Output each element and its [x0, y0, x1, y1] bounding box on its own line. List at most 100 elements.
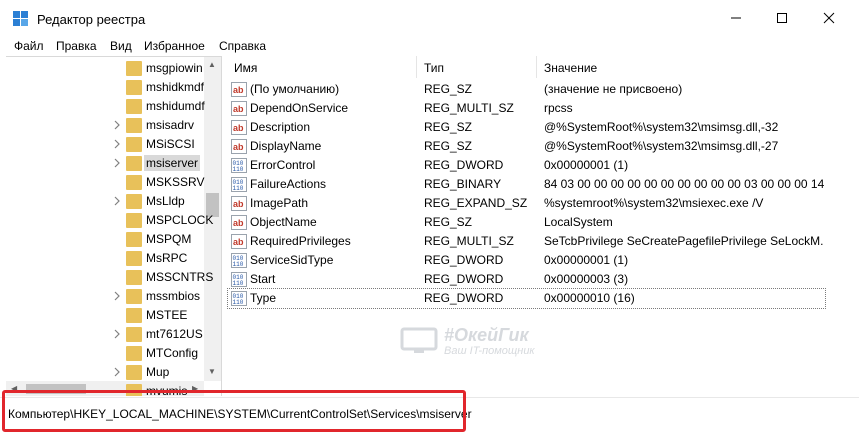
- menu-view[interactable]: Вид: [110, 39, 132, 53]
- value-data: 0x00000001 (1): [544, 158, 629, 172]
- value-row[interactable]: 010 110 ServiceSidType REG_DWORD 0x00000001 …: [228, 251, 825, 270]
- tree-item[interactable]: mshidumdf: [6, 97, 206, 116]
- value-row[interactable]: ab (По умолчанию) REG_SZ (значение не присв…: [228, 80, 825, 99]
- binary-value-icon: 010 110: [231, 253, 247, 268]
- tree-item[interactable]: msisadrv: [6, 116, 206, 135]
- value-data: @%SystemRoot%\system32\msimsg.dll,-27: [544, 139, 779, 153]
- value-data: LocalSystem: [544, 215, 613, 229]
- tree-item[interactable]: MTConfig: [6, 344, 206, 363]
- folder-icon: [126, 99, 142, 114]
- value-row[interactable]: ab ObjectName REG_SZ LocalSystem: [228, 213, 825, 232]
- binary-value-icon: 010 110: [231, 291, 247, 306]
- tree-item[interactable]: MSPCLOCK: [6, 211, 213, 230]
- maximize-button[interactable]: [759, 0, 805, 36]
- close-icon: [823, 12, 835, 24]
- column-header-value[interactable]: Значение: [544, 61, 597, 75]
- menu-favorites[interactable]: Избранное: [144, 39, 205, 53]
- tree-item[interactable]: MSKSSRV: [6, 173, 206, 192]
- value-data: 84 03 00 00 00 00 00 00 00 00 00 00 03 0…: [544, 177, 824, 191]
- value-type: REG_DWORD: [424, 272, 504, 286]
- value-row[interactable]: 010 110 Type REG_DWORD 0x00000010 (16): [227, 288, 826, 309]
- tree-item-label: MsLldp: [146, 194, 185, 208]
- value-row[interactable]: ab Description REG_SZ @%SystemRoot%\system3…: [228, 118, 825, 137]
- tree-item[interactable]: mshidkmdf: [6, 78, 206, 97]
- tree-item-label: MSSCNTRS: [146, 270, 214, 284]
- value-row[interactable]: 010 110 Start REG_DWORD 0x00000003 (3): [228, 270, 825, 289]
- tree-item[interactable]: mt7612US: [6, 325, 206, 344]
- tree-item[interactable]: MsLldp: [6, 192, 206, 211]
- folder-icon: [126, 270, 142, 285]
- tree-item[interactable]: Mup: [6, 363, 206, 382]
- value-name: ServiceSidType: [250, 253, 334, 267]
- tree-item[interactable]: msgpiowin: [6, 59, 206, 78]
- tree-item[interactable]: MSTEE: [6, 306, 206, 325]
- tree-item[interactable]: MSSCNTRS: [6, 268, 213, 287]
- watermark-logo: #ОкейГик Ваш IT-помощник: [398, 325, 558, 361]
- value-type: REG_BINARY: [424, 177, 502, 191]
- menu-file[interactable]: Файл: [14, 39, 44, 53]
- value-row[interactable]: ab DisplayName REG_SZ @%SystemRoot%\system3…: [228, 137, 825, 156]
- column-separator[interactable]: [416, 56, 417, 78]
- expand-chevron-icon[interactable]: [112, 139, 122, 149]
- folder-icon: [126, 251, 142, 266]
- string-value-icon: ab: [231, 120, 247, 135]
- value-row[interactable]: 010 110 FailureActions REG_BINARY 84 03 00 0…: [228, 175, 825, 194]
- watermark-title: #ОкейГик: [444, 325, 529, 345]
- folder-icon: [126, 61, 142, 76]
- maximize-icon: [777, 13, 787, 23]
- expand-chevron-icon[interactable]: [112, 196, 122, 206]
- value-type: REG_SZ: [424, 215, 473, 229]
- folder-icon: [126, 365, 142, 380]
- tree-item-label: mssmbios: [146, 289, 201, 303]
- expand-chevron-icon[interactable]: [112, 291, 122, 301]
- tree-item-label: mshidumdf: [146, 99, 205, 113]
- folder-icon: [126, 137, 142, 152]
- expand-chevron-icon[interactable]: [112, 329, 122, 339]
- value-data: 0x00000001 (1): [544, 253, 629, 267]
- svg-text:110: 110: [233, 261, 244, 268]
- svg-text:110: 110: [233, 280, 244, 287]
- column-separator[interactable]: [536, 56, 537, 78]
- folder-icon: [126, 194, 142, 209]
- scroll-up-icon[interactable]: ▲: [208, 60, 216, 69]
- value-name: ObjectName: [250, 215, 317, 229]
- watermark-subtitle: Ваш IT-помощник: [444, 345, 535, 357]
- value-row[interactable]: ab RequiredPrivileges REG_MULTI_SZ SeTcbPri…: [228, 232, 825, 251]
- value-name: Type: [250, 291, 277, 305]
- value-name: DependOnService: [250, 101, 349, 115]
- value-type: REG_SZ: [424, 82, 473, 96]
- value-row[interactable]: ab DependOnService REG_MULTI_SZ rpcss: [228, 99, 825, 118]
- value-row[interactable]: ab ImagePath REG_EXPAND_SZ %systemroot%\sys…: [228, 194, 825, 213]
- string-value-icon: ab: [231, 234, 247, 249]
- key-tree[interactable]: ▲ ▼ ◀ ▶ msgpiowin mshidkmdf mshidumdf msisa…: [6, 56, 222, 396]
- expand-chevron-icon[interactable]: [112, 158, 122, 168]
- value-data: 0x00000010 (16): [544, 291, 635, 305]
- tree-item[interactable]: MSPQM: [6, 230, 206, 249]
- column-header-name[interactable]: Имя: [234, 61, 257, 75]
- folder-icon: [126, 346, 142, 361]
- expand-chevron-icon[interactable]: [112, 367, 122, 377]
- tree-item[interactable]: MSiSCSI: [6, 135, 206, 154]
- value-row[interactable]: 010 110 ErrorControl REG_DWORD 0x00000001 (1…: [228, 156, 825, 175]
- value-name: RequiredPrivileges: [250, 234, 351, 248]
- menu-help[interactable]: Справка: [219, 39, 266, 53]
- value-name: ErrorControl: [250, 158, 316, 172]
- value-data: 0x00000003 (3): [544, 272, 629, 286]
- tree-item[interactable]: msiserver: [6, 154, 206, 173]
- column-header-type[interactable]: Тип: [424, 61, 444, 75]
- regedit-app-icon: [13, 11, 28, 26]
- menu-edit[interactable]: Правка: [56, 39, 97, 53]
- close-button[interactable]: [806, 0, 852, 36]
- tree-item[interactable]: MsRPC: [6, 249, 206, 268]
- value-type: REG_EXPAND_SZ: [424, 196, 528, 210]
- value-name: (По умолчанию): [250, 82, 340, 96]
- folder-icon: [126, 308, 142, 323]
- binary-value-icon: 010 110: [231, 158, 247, 173]
- scroll-down-icon[interactable]: ▼: [208, 367, 216, 376]
- value-type: REG_DWORD: [424, 291, 504, 305]
- value-data: SeTcbPrivilege SeCreatePagefilePrivilege…: [544, 234, 824, 248]
- title-bar: Редактор реестра: [0, 0, 859, 36]
- expand-chevron-icon[interactable]: [112, 120, 122, 130]
- minimize-button[interactable]: [713, 0, 759, 36]
- tree-item[interactable]: mssmbios: [6, 287, 206, 306]
